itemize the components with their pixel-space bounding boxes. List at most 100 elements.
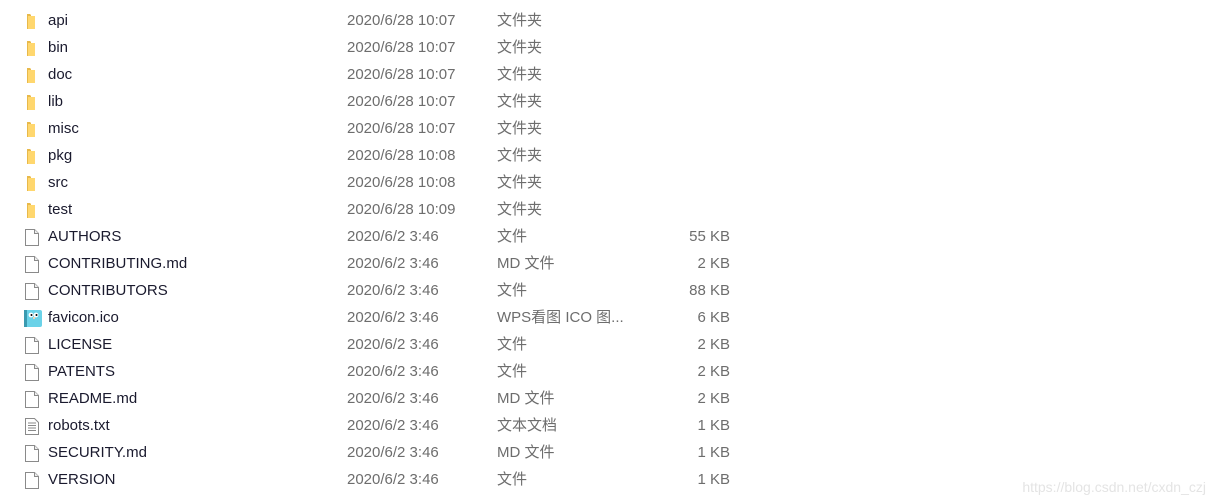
file-icon [24, 228, 40, 246]
file-list: api 2020/6/28 10:07 文件夹 bin 2020/6/28 10… [0, 7, 1214, 493]
file-row[interactable]: api 2020/6/28 10:07 文件夹 [0, 7, 1214, 34]
file-name[interactable]: SECURITY.md [48, 439, 147, 466]
file-type: 文件夹 [497, 147, 543, 164]
file-date: 2020/6/2 3:46 [347, 471, 439, 488]
file-date: 2020/6/2 3:46 [347, 444, 439, 461]
file-icon [24, 282, 40, 300]
file-name[interactable]: README.md [48, 385, 137, 412]
file-icon [24, 363, 40, 381]
file-row[interactable]: doc 2020/6/28 10:07 文件夹 [0, 61, 1214, 88]
file-date: 2020/6/28 10:08 [347, 147, 456, 164]
file-type: 文件夹 [497, 66, 543, 83]
file-row[interactable]: pkg 2020/6/28 10:08 文件夹 [0, 142, 1214, 169]
file-icon [24, 390, 40, 408]
file-size: 88 KB [689, 282, 730, 299]
file-row[interactable]: robots.txt 2020/6/2 3:46 文本文档 1 KB [0, 412, 1214, 439]
file-date: 2020/6/28 10:09 [347, 201, 456, 218]
file-name[interactable]: api [48, 7, 68, 34]
file-size: 55 KB [689, 228, 730, 245]
file-size: 2 KB [697, 336, 730, 353]
file-type: 文件 [497, 282, 528, 299]
file-row[interactable]: misc 2020/6/28 10:07 文件夹 [0, 115, 1214, 142]
file-type: 文件 [497, 363, 528, 380]
file-icon [24, 255, 40, 273]
file-type: 文件 [497, 471, 528, 488]
file-type: 文件 [497, 336, 528, 353]
file-date: 2020/6/28 10:07 [347, 66, 456, 83]
file-date: 2020/6/2 3:46 [347, 228, 439, 245]
file-name[interactable]: doc [48, 61, 72, 88]
file-row[interactable]: lib 2020/6/28 10:07 文件夹 [0, 88, 1214, 115]
folder-icon [24, 39, 40, 56]
file-size: 6 KB [697, 309, 730, 326]
file-date: 2020/6/2 3:46 [347, 309, 439, 326]
file-type: 文件夹 [497, 174, 543, 191]
folder-icon [24, 201, 40, 218]
file-type: 文件夹 [497, 93, 543, 110]
file-type: MD 文件 [497, 255, 555, 272]
folder-icon [24, 174, 40, 191]
file-type: 文件 [497, 228, 528, 245]
file-icon [24, 444, 40, 462]
file-size: 2 KB [697, 363, 730, 380]
file-date: 2020/6/28 10:07 [347, 12, 456, 29]
file-name[interactable]: lib [48, 88, 63, 115]
file-date: 2020/6/28 10:08 [347, 174, 456, 191]
file-row[interactable]: PATENTS 2020/6/2 3:46 文件 2 KB [0, 358, 1214, 385]
folder-icon [24, 120, 40, 137]
file-date: 2020/6/2 3:46 [347, 336, 439, 353]
file-type: MD 文件 [497, 444, 555, 461]
file-name[interactable]: test [48, 196, 72, 223]
file-type: WPS看图 ICO 图... [497, 309, 624, 326]
file-type: MD 文件 [497, 390, 555, 407]
file-size: 2 KB [697, 255, 730, 272]
file-date: 2020/6/28 10:07 [347, 93, 456, 110]
file-date: 2020/6/28 10:07 [347, 120, 456, 137]
file-row[interactable]: LICENSE 2020/6/2 3:46 文件 2 KB [0, 331, 1214, 358]
file-name[interactable]: misc [48, 115, 79, 142]
file-type: 文件夹 [497, 12, 543, 29]
file-row[interactable]: CONTRIBUTORS 2020/6/2 3:46 文件 88 KB [0, 277, 1214, 304]
gopher-image-icon [24, 309, 42, 327]
file-date: 2020/6/2 3:46 [347, 417, 439, 434]
file-type: 文件夹 [497, 120, 543, 137]
file-row[interactable]: test 2020/6/28 10:09 文件夹 [0, 196, 1214, 223]
file-row[interactable]: favicon.ico 2020/6/2 3:46 WPS看图 ICO 图...… [0, 304, 1214, 331]
file-type: 文件夹 [497, 201, 543, 218]
file-date: 2020/6/2 3:46 [347, 255, 439, 272]
file-name[interactable]: PATENTS [48, 358, 115, 385]
file-name[interactable]: src [48, 169, 68, 196]
file-row[interactable]: CONTRIBUTING.md 2020/6/2 3:46 MD 文件 2 KB [0, 250, 1214, 277]
file-icon [24, 336, 40, 354]
folder-icon [24, 147, 40, 164]
file-name[interactable]: robots.txt [48, 412, 110, 439]
watermark: https://blog.csdn.net/cxdn_czj [1022, 479, 1206, 495]
file-name[interactable]: bin [48, 34, 68, 61]
file-name[interactable]: CONTRIBUTORS [48, 277, 168, 304]
file-date: 2020/6/28 10:07 [347, 39, 456, 56]
file-name[interactable]: pkg [48, 142, 72, 169]
file-row[interactable]: src 2020/6/28 10:08 文件夹 [0, 169, 1214, 196]
file-date: 2020/6/2 3:46 [347, 363, 439, 380]
file-row[interactable]: AUTHORS 2020/6/2 3:46 文件 55 KB [0, 223, 1214, 250]
file-date: 2020/6/2 3:46 [347, 390, 439, 407]
file-size: 1 KB [697, 417, 730, 434]
file-size: 1 KB [697, 471, 730, 488]
file-name[interactable]: favicon.ico [48, 304, 119, 331]
file-row[interactable]: bin 2020/6/28 10:07 文件夹 [0, 34, 1214, 61]
file-type: 文本文档 [497, 417, 558, 434]
file-date: 2020/6/2 3:46 [347, 282, 439, 299]
file-name[interactable]: AUTHORS [48, 223, 121, 250]
file-name[interactable]: LICENSE [48, 331, 112, 358]
text-file-icon [24, 417, 40, 435]
file-type: 文件夹 [497, 39, 543, 56]
file-row[interactable]: README.md 2020/6/2 3:46 MD 文件 2 KB [0, 385, 1214, 412]
file-name[interactable]: VERSION [48, 466, 116, 493]
file-size: 1 KB [697, 444, 730, 461]
folder-icon [24, 93, 40, 110]
folder-icon [24, 66, 40, 83]
file-row[interactable]: SECURITY.md 2020/6/2 3:46 MD 文件 1 KB [0, 439, 1214, 466]
file-size: 2 KB [697, 390, 730, 407]
folder-icon [24, 12, 40, 29]
file-name[interactable]: CONTRIBUTING.md [48, 250, 187, 277]
